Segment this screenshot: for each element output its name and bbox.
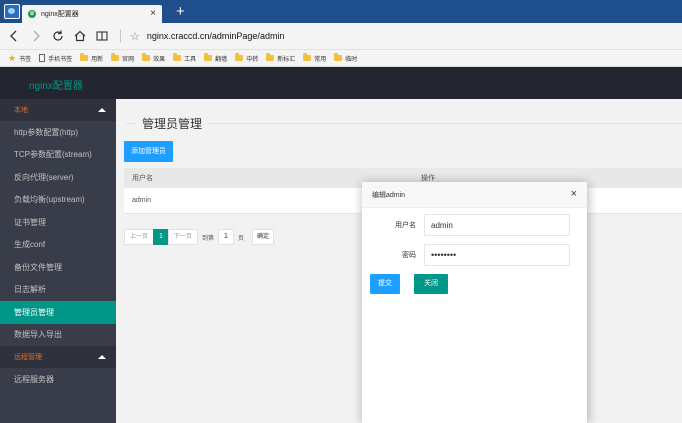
nav-separator [120,29,121,43]
sidebar-item-remote-servers[interactable]: 远程服务器 [0,368,116,391]
sidebar-item-import-export[interactable]: 数据导入导出 [0,324,116,347]
bookmark-label: 临时 [345,56,358,63]
forward-icon[interactable] [28,28,44,44]
folder-icon [334,53,343,61]
home-icon[interactable] [72,28,88,44]
folder-icon [235,53,244,61]
browser-logo-icon[interactable] [4,4,20,19]
username-field[interactable]: admin [424,214,570,236]
bookmark-item[interactable]: 效果 [142,53,166,63]
page-title: 管理员管理 [136,115,209,132]
current-page[interactable]: 1 [153,229,169,245]
bookmark-label: 工具 [184,56,197,63]
bookmark-label: 手机书签 [48,56,73,63]
page-number-input[interactable]: 1 [217,229,234,245]
nav-group-remote[interactable]: 远程管理 [0,346,116,368]
star-icon: ★ [8,52,17,63]
bookmarks-bar: ★ 书签 手机书签 用新 官网 效果 工具 翻墙 中转 新标汇 常用 临时 [0,50,682,67]
bookmark-label: 书签 [19,56,32,63]
sidebar-item-stream[interactable]: TCP参数配置(stream) [0,144,116,167]
bookmark-item[interactable]: 新标汇 [266,53,296,63]
sidebar-item-backups[interactable]: 备份文件管理 [0,256,116,279]
page-icon [39,54,46,62]
bookmark-item[interactable]: ★ 书签 [8,53,31,64]
browser-tab-bar: ⊕ nginx配置器 × + [0,0,682,23]
folder-icon [266,53,275,61]
sidebar: 本地 http参数配置(http) TCP参数配置(stream) 反向代理(s… [0,99,116,423]
sidebar-item-certificates[interactable]: 证书管理 [0,211,116,234]
modal-title: 编辑admin [372,191,406,199]
folder-icon [111,53,120,61]
next-page-button[interactable]: 下一页 [167,229,198,245]
bookmark-label: 翻墙 [215,56,228,63]
nav-group-label: 远程管理 [14,354,42,361]
url-text[interactable]: nginx.craccd.cn/adminPage/admin [147,31,285,41]
password-field[interactable]: •••••••• [424,244,570,266]
folder-icon [173,53,182,61]
add-admin-button[interactable]: 添加管理员 [124,141,173,162]
site-favicon-icon: ⊕ [28,10,36,18]
page-unit-label: 页 [237,235,244,242]
close-icon[interactable]: × [571,189,577,200]
close-button[interactable]: 关闭 [414,274,448,294]
bookmark-item[interactable]: 中转 [235,53,259,63]
bookmark-item[interactable]: 手机书签 [39,54,72,63]
new-tab-button[interactable]: + [176,4,185,19]
prev-page-button[interactable]: 上一页 [124,229,155,245]
tab-close-icon[interactable]: × [150,9,156,19]
bookmark-label: 中转 [246,56,259,63]
username-label: 用户名 [395,222,416,229]
sidebar-item-admins[interactable]: 管理员管理 [0,301,116,324]
nav-group-local[interactable]: 本地 [0,99,116,121]
cell-username: admin [132,197,152,204]
goto-confirm-button[interactable]: 确定 [251,229,274,245]
folder-icon [80,53,89,61]
password-label: 密码 [402,252,416,259]
bookmark-label: 常用 [314,56,327,63]
bookmark-item[interactable]: 工具 [173,53,197,63]
sidebar-item-log-analysis[interactable]: 日志解析 [0,279,116,302]
bookmark-item[interactable]: 常用 [303,53,327,63]
reader-mode-icon[interactable] [94,28,110,44]
app-header: nginx配置器 [0,67,682,99]
pagination: 上一页 1 下一页 到第 1 页 确定 [124,229,274,245]
sidebar-item-server[interactable]: 反向代理(server) [0,166,116,189]
app-logo[interactable]: nginx配置器 [29,77,83,92]
bookmark-label: 效果 [153,56,166,63]
fieldset-divider [126,123,682,124]
modal-header: 编辑admin × [362,182,587,208]
bookmark-label: 新标汇 [277,56,296,63]
sidebar-item-http[interactable]: http参数配置(http) [0,121,116,144]
tab-title: nginx配置器 [41,11,79,18]
password-row: 密码 •••••••• [362,244,587,266]
bookmark-item[interactable]: 翻墙 [204,53,228,63]
reload-icon[interactable] [50,28,66,44]
bookmark-label: 官网 [122,56,135,63]
browser-navbar: ☆ nginx.craccd.cn/adminPage/admin [0,23,682,50]
submit-button[interactable]: 提交 [370,274,400,294]
address-bar[interactable]: ☆ nginx.craccd.cn/adminPage/admin [130,30,284,43]
username-row: 用户名 admin [362,214,587,236]
browser-tab[interactable]: ⊕ nginx配置器 × [22,5,162,23]
bookmark-label: 用新 [91,56,104,63]
caret-up-icon [98,355,106,359]
bookmark-star-icon[interactable]: ☆ [130,30,140,43]
folder-icon [303,53,312,61]
sidebar-item-generate-conf[interactable]: 生成conf [0,234,116,257]
sidebar-item-upstream[interactable]: 负载均衡(upstream) [0,189,116,212]
bookmark-item[interactable]: 临时 [334,53,358,63]
bookmark-item[interactable]: 用新 [80,53,104,63]
bookmark-item[interactable]: 官网 [111,53,135,63]
folder-icon [204,53,213,61]
caret-up-icon [98,108,106,112]
edit-admin-modal: 编辑admin × 用户名 admin 密码 •••••••• 提交 关闭 [362,182,587,423]
goto-label: 到第 [201,235,214,242]
folder-icon [142,53,151,61]
back-icon[interactable] [6,28,22,44]
nav-group-label: 本地 [14,107,28,114]
